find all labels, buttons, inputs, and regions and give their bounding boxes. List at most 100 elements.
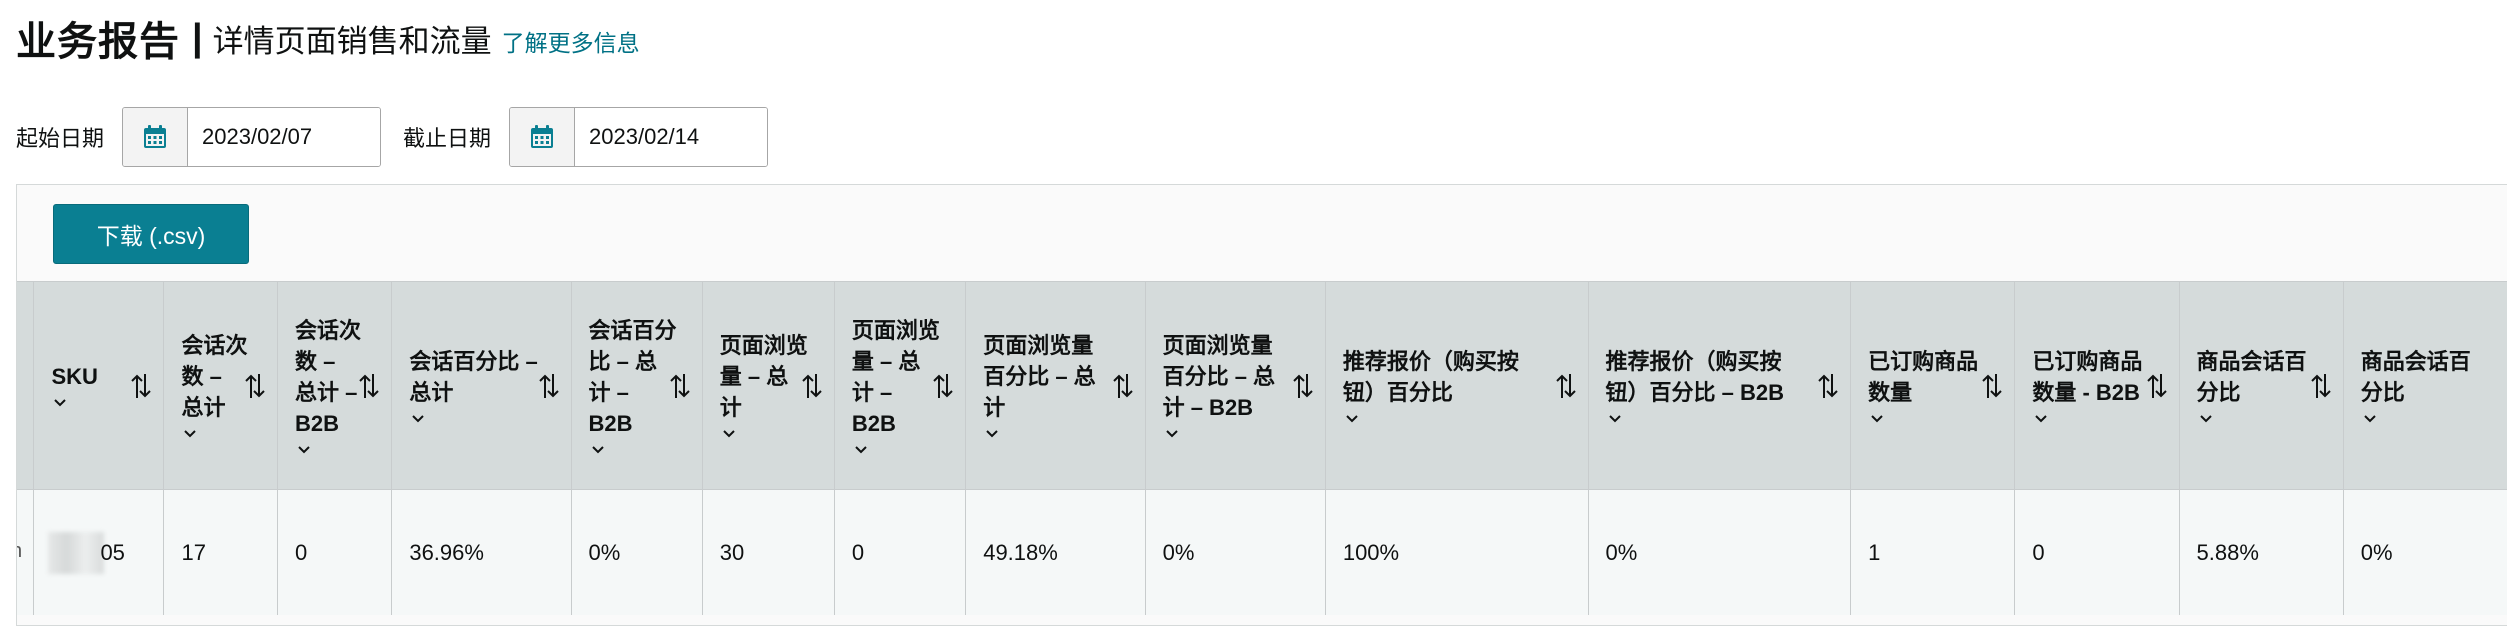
cell-value: 5.88% bbox=[2196, 539, 2259, 565]
column-header-page-views-total[interactable]: 页面浏览量 – 总计 bbox=[702, 281, 835, 490]
column-header-label: 会话次数 – 总计 bbox=[181, 333, 248, 420]
column-header-label: 推荐报价（购买按钮）百分比 – B2B bbox=[1605, 348, 1784, 405]
end-date-picker bbox=[509, 107, 769, 167]
column-header-label: 页面浏览量百分比 – 总计 – B2B bbox=[1162, 333, 1276, 420]
cell-value: 0 bbox=[851, 539, 865, 565]
sort-icon[interactable] bbox=[2145, 372, 2169, 400]
chevron-down-icon[interactable] bbox=[2197, 412, 2215, 426]
column-header-page-views-percentage-total-b2b[interactable]: 页面浏览量百分比 – 总计 – B2B bbox=[1145, 281, 1326, 490]
column-header-label: 已订购商品数量 bbox=[1868, 348, 1979, 405]
sort-icon[interactable] bbox=[129, 372, 153, 400]
chevron-down-icon[interactable] bbox=[1343, 412, 1361, 426]
column-header-featured-offer-percentage[interactable]: 推荐报价（购买按钮）百分比 bbox=[1325, 281, 1589, 490]
table-header-row: SKU 会话次数 – 总计 会话次数 – 总计 – B2B 会话百分比 – 总计… bbox=[17, 281, 2507, 490]
sort-icon[interactable] bbox=[2309, 372, 2333, 400]
column-header-label: 页面浏览量百分比 – 总计 bbox=[983, 333, 1096, 420]
table-cell: 1 bbox=[1850, 489, 2016, 615]
date-filter-row: 起始日期 截止日期 bbox=[16, 106, 790, 168]
cell-value: 17 bbox=[181, 539, 206, 565]
end-date-input[interactable] bbox=[575, 108, 768, 166]
download-csv-button[interactable]: 下载 (.csv) bbox=[53, 204, 249, 264]
table-cell: 30 bbox=[702, 489, 835, 615]
learn-more-link[interactable]: 了解更多信息 bbox=[502, 24, 640, 58]
column-header-session-percentage-total[interactable]: 会话百分比 – 总计 bbox=[391, 281, 572, 490]
table-cell-sku[interactable]: 05 bbox=[33, 489, 165, 615]
start-date-input[interactable] bbox=[188, 108, 381, 166]
table-cell: 100% bbox=[1325, 489, 1589, 615]
sort-icon[interactable] bbox=[931, 372, 955, 400]
table-cell: 5.88% bbox=[2179, 489, 2344, 615]
sort-icon[interactable] bbox=[243, 372, 267, 400]
column-header-units-ordered-b2b[interactable]: 已订购商品数量 - B2B bbox=[2014, 281, 2180, 490]
chevron-down-icon[interactable] bbox=[983, 427, 1001, 441]
report-table: SKU 会话次数 – 总计 会话次数 – 总计 – B2B 会话百分比 – 总计… bbox=[17, 281, 2507, 615]
table-cell: 0% bbox=[571, 489, 703, 615]
chevron-down-icon[interactable] bbox=[409, 412, 427, 426]
sort-icon[interactable] bbox=[668, 372, 692, 400]
truncated-mark: n bbox=[17, 540, 22, 563]
table-toolbar: 下载 (.csv) bbox=[17, 185, 2507, 281]
column-header-label: 已订购商品数量 - B2B bbox=[2032, 348, 2143, 405]
cell-value: 30 bbox=[719, 539, 745, 565]
calendar-icon[interactable] bbox=[510, 108, 576, 166]
sort-icon[interactable] bbox=[357, 372, 381, 400]
cell-value: 0 bbox=[2032, 539, 2045, 565]
sort-icon[interactable] bbox=[1291, 372, 1315, 400]
sort-icon[interactable] bbox=[1980, 372, 2004, 400]
page-header: 业务报告 | 详情页面销售和流量 了解更多信息 bbox=[16, 8, 640, 68]
cell-value: 0 bbox=[294, 539, 308, 565]
sort-icon[interactable] bbox=[1816, 372, 1840, 400]
start-date-picker bbox=[122, 107, 382, 167]
column-header-label: 页面浏览量 – 总计 – B2B bbox=[851, 317, 940, 436]
chevron-down-icon[interactable] bbox=[1606, 412, 1624, 426]
column-header-label: 会话百分比 – 总计 – B2B bbox=[588, 317, 677, 436]
chevron-down-icon[interactable] bbox=[2032, 412, 2050, 426]
chevron-down-icon[interactable] bbox=[51, 396, 69, 410]
chevron-down-icon[interactable] bbox=[589, 443, 607, 457]
column-header-featured-offer-percentage-b2b[interactable]: 推荐报价（购买按钮）百分比 – B2B bbox=[1588, 281, 1852, 490]
column-header-label: 页面浏览量 – 总计 bbox=[719, 333, 808, 420]
chevron-down-icon[interactable] bbox=[1163, 427, 1181, 441]
column-header-session-percentage-total-b2b[interactable]: 会话百分比 – 总计 – B2B bbox=[571, 281, 703, 490]
start-date-label: 起始日期 bbox=[16, 126, 105, 151]
page-subtitle: 详情页面销售和流量 bbox=[212, 23, 492, 59]
table-cell: 0 bbox=[277, 489, 393, 615]
table-cell: 0% bbox=[1145, 489, 1326, 615]
cell-value: 0% bbox=[2360, 539, 2393, 565]
column-header-page-views-total-b2b[interactable]: 页面浏览量 – 总计 – B2B bbox=[834, 281, 967, 490]
sku-suffix: 05 bbox=[100, 539, 125, 565]
column-header-label: 商品会话百分比 bbox=[2360, 348, 2471, 405]
column-header-unit-session-percentage[interactable]: 商品会话百分比 bbox=[2179, 281, 2344, 490]
cell-value: 1 bbox=[1868, 539, 1881, 565]
cell-value: 100% bbox=[1342, 539, 1400, 565]
row-select-header bbox=[17, 281, 35, 490]
calendar-icon[interactable] bbox=[123, 108, 189, 166]
chevron-down-icon[interactable] bbox=[295, 443, 313, 457]
column-header-sessions-total-b2b[interactable]: 会话次数 – 总计 – B2B bbox=[277, 281, 393, 490]
column-header-page-views-percentage-total[interactable]: 页面浏览量百分比 – 总计 bbox=[965, 281, 1146, 490]
sort-icon[interactable] bbox=[1554, 372, 1578, 400]
sort-icon[interactable] bbox=[537, 372, 561, 400]
column-header-sessions-total[interactable]: 会话次数 – 总计 bbox=[163, 281, 278, 490]
chevron-down-icon[interactable] bbox=[1868, 412, 1886, 426]
table-row: n 05 17 0 36.96% 0% 30 0 49.18% 0% 100% … bbox=[17, 489, 2507, 615]
table-cell: 0 bbox=[2014, 489, 2180, 615]
column-header-units-ordered[interactable]: 已订购商品数量 bbox=[1850, 281, 2016, 490]
title-separator: | bbox=[192, 16, 203, 59]
cell-value: 0% bbox=[588, 539, 621, 565]
end-date-label: 截止日期 bbox=[403, 126, 492, 151]
chevron-down-icon[interactable] bbox=[181, 427, 199, 441]
chevron-down-icon[interactable] bbox=[2361, 412, 2379, 426]
sort-icon[interactable] bbox=[1111, 372, 1135, 400]
chevron-down-icon[interactable] bbox=[720, 427, 738, 441]
table-cell: 0 bbox=[834, 489, 967, 615]
chevron-down-icon[interactable] bbox=[852, 443, 870, 457]
redacted-sku bbox=[48, 531, 105, 574]
sort-icon[interactable] bbox=[800, 372, 824, 400]
column-header-unit-session-percentage-b2b[interactable]: 商品会话百分比 bbox=[2343, 281, 2507, 490]
page-title: 业务报告 bbox=[16, 20, 180, 64]
column-header-sku[interactable]: SKU bbox=[33, 281, 165, 490]
table-cell: 36.96% bbox=[391, 489, 572, 615]
table-cell: 17 bbox=[163, 489, 278, 615]
column-header-label: 会话百分比 – 总计 bbox=[409, 348, 538, 405]
